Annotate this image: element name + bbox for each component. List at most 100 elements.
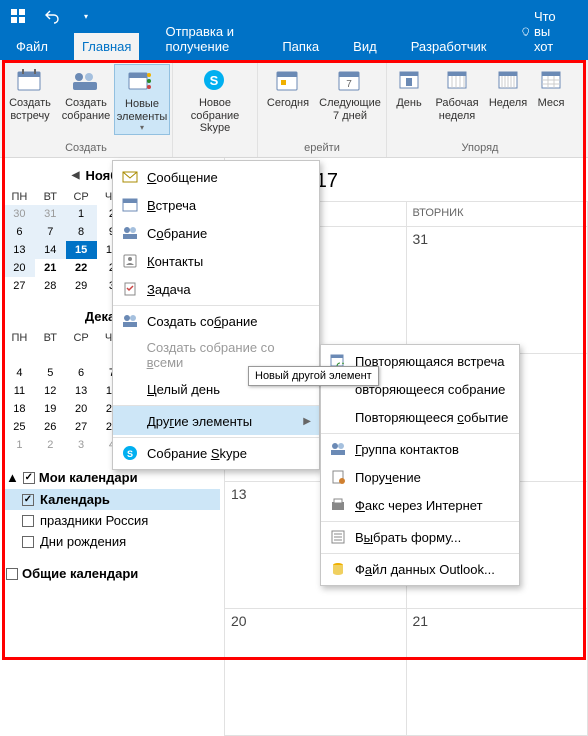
submenu-contact-group[interactable]: Группа контактов (321, 433, 519, 463)
calendar-item-label: Календарь (40, 492, 110, 507)
mini-cal-day[interactable]: 20 (4, 259, 35, 277)
mini-cal-day[interactable]: 30 (4, 205, 35, 223)
mini-cal-day[interactable]: 2 (35, 436, 66, 454)
svg-text:S: S (127, 449, 133, 459)
menu-message[interactable]: ССообщениеообщение (113, 163, 319, 191)
mini-cal-day[interactable]: 31 (35, 205, 66, 223)
day-cell[interactable]: 31 (407, 227, 588, 353)
mini-cal-day[interactable]: 28 (35, 277, 66, 295)
mini-cal-day[interactable]: 19 (35, 400, 66, 418)
mini-cal-day[interactable]: 29 (66, 277, 97, 295)
new-meeting-button[interactable]: Создать собрание (58, 64, 114, 135)
titlebar: ▾ (0, 0, 588, 32)
mini-cal-day[interactable]: 27 (66, 418, 97, 436)
mini-cal-day[interactable]: 26 (35, 418, 66, 436)
qat-custom-icon[interactable]: ▾ (74, 4, 98, 28)
today-button[interactable]: Сегодня (260, 64, 316, 124)
next7days-button[interactable]: 7 Следующие 7 дней (316, 64, 384, 124)
menu-appointment[interactable]: Встреча (113, 191, 319, 219)
dow-label: СР (66, 330, 97, 346)
tab-developer[interactable]: Разработчик (403, 33, 495, 60)
new-meeting-label: Создать собрание (59, 97, 113, 122)
tab-tellme[interactable]: Что вы хот (513, 3, 581, 60)
mini-cal-day[interactable] (35, 346, 66, 364)
mini-cal-day[interactable]: 14 (35, 241, 66, 259)
birthdays-item-label: Дни рождения (40, 534, 126, 549)
day-cell[interactable]: 21 (407, 609, 588, 735)
mini-cal-day[interactable]: 21 (35, 259, 66, 277)
mini-cal-day[interactable]: 13 (66, 382, 97, 400)
checkbox-icon[interactable] (22, 515, 34, 527)
mini-cal-day[interactable]: 3 (66, 436, 97, 454)
mini-cal-day[interactable]: 20 (66, 400, 97, 418)
week-view-button[interactable]: Неделя (485, 64, 531, 124)
menu-meeting[interactable]: Собрание (113, 219, 319, 247)
mini-cal-day[interactable] (4, 346, 35, 364)
next7days-label: Следующие 7 дней (317, 97, 383, 122)
skype-meeting-button[interactable]: S Новое собрание Skype (175, 64, 255, 137)
mini-cal-day[interactable]: 6 (4, 223, 35, 241)
submenu-fax[interactable]: Факс через Интернет (321, 491, 519, 519)
checkbox-icon[interactable] (6, 568, 18, 580)
collapse-icon: ▲ (6, 470, 19, 485)
group-arrange-label: Упоряд (389, 140, 571, 155)
checkbox-icon[interactable]: ✓ (22, 494, 34, 506)
mini-cal-day[interactable]: 25 (4, 418, 35, 436)
dow-label: ПН (4, 330, 35, 346)
mini-cal-day[interactable]: 1 (4, 436, 35, 454)
new-appointment-button[interactable]: Создать встречу (2, 64, 58, 135)
holidays-item[interactable]: праздники Россия (4, 510, 220, 531)
day-view-button[interactable]: День (389, 64, 429, 124)
menu-skype-meeting[interactable]: SСобрание Skype (113, 437, 319, 467)
menu-create-meeting[interactable]: Создать собрание (113, 305, 319, 335)
month-view-button[interactable]: Меся (531, 64, 571, 124)
undo-icon[interactable] (40, 4, 64, 28)
tab-tellme-label: Что вы хот (534, 9, 572, 54)
mini-cal-day[interactable]: 15 (66, 241, 97, 259)
holidays-item-label: праздники Россия (40, 513, 148, 528)
new-items-menu: ССообщениеообщение Встреча Собрание Конт… (112, 160, 320, 470)
shared-calendars-header[interactable]: Общие календари (4, 562, 220, 585)
submenu-assignment[interactable]: Поручение (321, 463, 519, 491)
tab-home[interactable]: Главная (74, 33, 139, 60)
new-items-button[interactable]: Новые элементы▾ (114, 64, 170, 135)
mini-cal-day[interactable]: 18 (4, 400, 35, 418)
tab-folder[interactable]: Папка (274, 33, 327, 60)
new-items-label: Новые элементы (116, 98, 168, 123)
mini-cal-day[interactable]: 22 (66, 259, 97, 277)
checkbox-icon[interactable]: ✓ (23, 472, 35, 484)
svg-text:7: 7 (346, 79, 352, 90)
mini-cal-day[interactable]: 7 (35, 223, 66, 241)
birthdays-item[interactable]: Дни рождения (4, 531, 220, 552)
submenu-recurring-event[interactable]: Повторяющееся событие (321, 403, 519, 431)
tab-view[interactable]: Вид (345, 33, 385, 60)
mini-cal-day[interactable]: 27 (4, 277, 35, 295)
menu-contacts[interactable]: Контакты (113, 247, 319, 275)
group-create-label: Создать (2, 140, 170, 155)
mini-cal-day[interactable]: 8 (66, 223, 97, 241)
menu-task[interactable]: Задача (113, 275, 319, 303)
day-cell[interactable]: 20 (225, 609, 407, 735)
submenu-data-file[interactable]: Файл данных Outlook... (321, 553, 519, 583)
mini-cal-day[interactable]: 5 (35, 364, 66, 382)
mini-cal-day[interactable]: 12 (35, 382, 66, 400)
calendar-item[interactable]: ✓ Календарь (4, 489, 220, 510)
mini-cal-day[interactable]: 4 (4, 364, 35, 382)
app-icon (6, 4, 30, 28)
mini-cal-day[interactable]: 6 (66, 364, 97, 382)
group-goto-label: ерейти (260, 140, 384, 155)
menu-other-items[interactable]: Другие элементы▶ (113, 405, 319, 435)
prev-month-icon[interactable]: ◀ (72, 170, 80, 181)
dow-label: ВТ (35, 330, 66, 346)
dow-label: СР (66, 189, 97, 205)
tab-file[interactable]: Файл (8, 33, 56, 60)
mini-cal-day[interactable] (66, 346, 97, 364)
mini-cal-day[interactable]: 11 (4, 382, 35, 400)
mini-cal-day[interactable]: 13 (4, 241, 35, 259)
mini-cal-day[interactable]: 1 (66, 205, 97, 223)
week-row: 2021 (225, 609, 588, 736)
tab-sendreceive[interactable]: Отправка и получение (157, 18, 256, 60)
submenu-choose-form[interactable]: Выбрать форму... (321, 521, 519, 551)
workweek-view-button[interactable]: Рабочая неделя (429, 64, 485, 124)
checkbox-icon[interactable] (22, 536, 34, 548)
